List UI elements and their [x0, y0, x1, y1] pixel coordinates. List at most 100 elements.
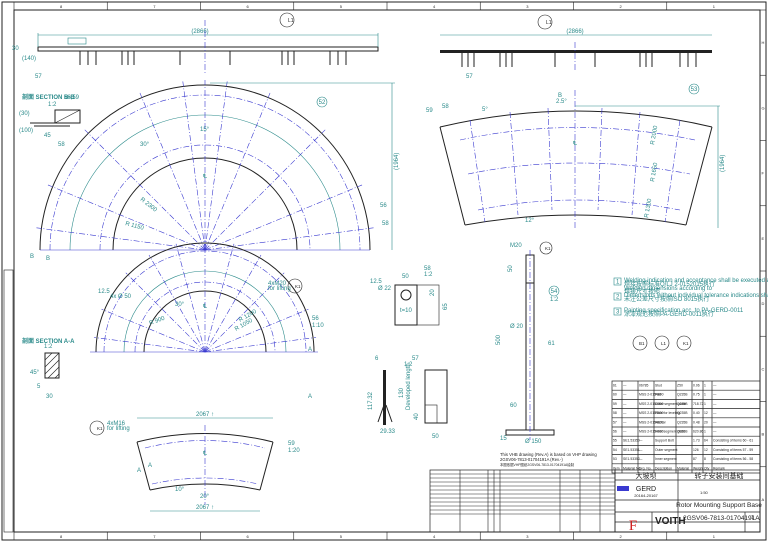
zone-column: 5 — [340, 534, 343, 539]
zone-column: 2 — [620, 534, 623, 539]
radius-r2: R 1650 — [650, 162, 659, 183]
dim-45: 45 — [44, 133, 51, 139]
radial-centerline — [101, 308, 206, 353]
angle-30-mid: 30° — [175, 302, 185, 308]
bom-cell: Q235B — [677, 402, 688, 406]
note-number: 1 — [616, 280, 620, 286]
detail-anchor-57: 57 1:2 6 117.32 29.33 130 Developed leng… — [368, 356, 448, 440]
dim-50: 50 — [402, 274, 409, 280]
radius-r1: R 2000 — [650, 125, 659, 146]
bom-cell: 1.73 — [693, 439, 700, 443]
plate-hole: Ø 22 — [378, 286, 392, 292]
top-dim: 2067 ↑ — [196, 412, 214, 418]
section-bb-items: 56,59 — [64, 95, 80, 101]
section-mark-b: B — [30, 254, 34, 260]
bom-row: 57— MSS 2-0154800Anchor Q235B 0.48 20— — [613, 420, 717, 424]
bom-cell: — — [713, 420, 717, 424]
bom-cell: — — [623, 393, 627, 397]
bottom-scale: 1:20 — [288, 448, 300, 454]
bom-cell: Q235B — [677, 420, 688, 424]
bom-cell: Q235B — [677, 430, 688, 434]
item-59-label-bottom: 59 — [288, 441, 295, 447]
zone-column: 3 — [526, 4, 529, 9]
item-58-label: 58 — [382, 221, 389, 227]
item-61-label: 61 — [548, 341, 555, 347]
bom-cell: — — [713, 402, 717, 406]
zone-column: 4 — [433, 534, 436, 539]
radial-centerline — [93, 337, 206, 353]
angle-5: 5° — [482, 107, 488, 113]
zone-column: 8 — [60, 4, 63, 9]
zone-column: 2 — [620, 4, 623, 9]
title-block: 大坡坝 转子安装间基础 GERD 20164-20167 1:50 Rotor … — [614, 469, 762, 534]
radius-r3: R 1300 — [644, 198, 653, 219]
dim-117: 117.32 — [368, 391, 374, 410]
bom-cell: Anchor — [655, 420, 667, 424]
item-57-detail: 57 — [412, 356, 419, 362]
radial-centerline — [631, 111, 641, 216]
angle-12: 12° — [525, 218, 535, 224]
radius-outer: R 2300 — [139, 197, 158, 214]
bolt-note-bottom: for lifting — [107, 426, 130, 432]
title-cn: 转子安装间基础 — [695, 471, 744, 480]
angle-2-5: 2.5° — [556, 99, 567, 105]
bom-cell: 57 — [613, 420, 617, 424]
centerline-mark-mid: ℄ — [202, 304, 207, 310]
height-dim: (1964) — [394, 153, 400, 170]
weld-ref-k1: K1 — [295, 284, 301, 289]
mid-scale: 1:10 — [312, 323, 324, 329]
drawing-number: 2GSV06-7813-01704191A — [683, 515, 760, 522]
bom-cell: Pad — [655, 393, 661, 397]
reference-note-line3: 本图依据VHP图纸2GSV06-7813-01704191A绘制 — [500, 462, 575, 467]
zone-row: H — [762, 40, 765, 45]
bom-row: 59— MSS 2-0154800Outer segment plateQ235B… — [613, 402, 717, 406]
section-bb-scale: 1:2 — [48, 102, 57, 108]
zone-column: 4 — [433, 4, 436, 9]
bom-cell: — — [713, 393, 717, 397]
bom-cell: Consisting of items 60 - 61 — [713, 439, 753, 443]
top-left-side-view: (2866) 30 (140) L1 57 — [12, 12, 379, 80]
item-56-label-mid: 56 — [312, 316, 319, 322]
item-52-balloon: 52 — [319, 100, 326, 106]
format-letter: F — [629, 518, 637, 534]
top-right-side-view: (2866) L1 57 — [440, 14, 712, 80]
dim-30-aa: 30 — [46, 394, 53, 400]
scale: 1:50 — [700, 490, 709, 495]
bom-row: 61 — 06785 Stud Z50 0.06 1 — — [613, 384, 717, 388]
developed-length: Developed length — [406, 363, 412, 410]
zone-row: B — [762, 432, 765, 437]
dim-6: 6 — [375, 356, 379, 362]
bom-cell: 58 — [613, 411, 617, 415]
bom-cell: 54 — [613, 448, 617, 452]
radial-centerline — [47, 184, 206, 251]
bom-cell: 59 — [613, 402, 617, 406]
bom-cell: 87 — [693, 457, 697, 461]
zone-column: 6 — [247, 534, 250, 539]
project-number: 20164-20167 — [634, 493, 658, 498]
note-number: 2 — [616, 295, 620, 301]
bill-of-materials: 61—06785 Stud Z50 0.06 1 — 60— MSS 2-0154800Pad… — [611, 380, 761, 474]
bom-cell: 55 — [613, 439, 617, 443]
radial-centerline — [547, 107, 553, 211]
zone-column: 7 — [153, 4, 156, 9]
section-mark-a-bottom-2: A — [148, 463, 152, 469]
bom-cell: 8 — [704, 457, 706, 461]
zone-row: G — [762, 105, 765, 110]
bolt-note: for lifting — [268, 286, 291, 292]
overall-dimension-right: (2866) — [566, 29, 583, 35]
bom-row: 58— MSS 2-0154800Plate for levelingQ235B 0… — [613, 411, 717, 415]
zone-column: 3 — [526, 534, 529, 539]
zone-column: 8 — [60, 534, 63, 539]
zone-column: 5 — [340, 4, 343, 9]
item-54-balloon: 54 — [551, 289, 558, 295]
bom-cell: SE1.53350 — [623, 439, 640, 443]
section-mark-b-right: B — [558, 93, 562, 99]
item-56-label: 56 — [380, 203, 387, 209]
thickness-dimension: 30 — [12, 46, 19, 52]
dim-20: 20 — [430, 289, 436, 296]
weld-symbol-label: B1 — [639, 341, 645, 346]
bom-row: 60— MSS 2-0154800Pad Q235B 0.75 1— — [613, 393, 717, 397]
detail-plate-58: 50 58 1:2 12.5 Ø 22 t=10 65 20 — [370, 266, 449, 326]
zone-column: 6 — [247, 4, 250, 9]
bom-cell: Stud — [655, 384, 662, 388]
